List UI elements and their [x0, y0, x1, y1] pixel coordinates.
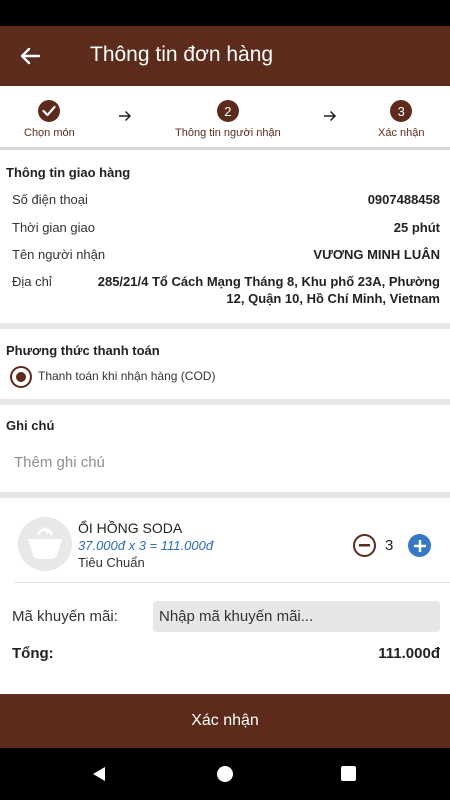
note-section-title: Ghi chú: [6, 418, 55, 433]
plus-icon: [413, 539, 426, 552]
phone-value: 0907488458: [367, 192, 440, 207]
address-value-line-1: 285/21/4 Tổ Cách Mạng Tháng 8, Khu phố 2…: [97, 274, 440, 289]
section-divider: [0, 492, 450, 498]
step-1-circle: [38, 100, 61, 122]
step-2-label: Thông tin người nhận: [175, 127, 281, 139]
nav-back-icon[interactable]: [91, 766, 107, 782]
arrow-right-icon: [324, 110, 337, 122]
confirm-button[interactable]: Xác nhận: [0, 694, 450, 748]
increase-quantity-button[interactable]: [408, 534, 431, 557]
note-input[interactable]: [8, 446, 442, 478]
delivery-time-value: 25 phút: [393, 220, 440, 235]
minus-icon: [359, 544, 370, 547]
item-price-line: 37.000đ x 3 = 111.000đ: [78, 538, 214, 553]
order-stepper: Chọn món 2 Thông tin người nhận 3 Xác nh…: [0, 86, 450, 150]
drink-cup-icon: [18, 517, 72, 571]
clipped-row: [12, 686, 442, 694]
decrease-quantity-button[interactable]: [353, 534, 376, 557]
cod-radio[interactable]: [10, 366, 32, 388]
address-label: Địa chỉ: [12, 274, 52, 289]
step-1-label: Chọn món: [24, 127, 75, 139]
page-title: Thông tin đơn hàng: [90, 43, 274, 66]
item-variant: Tiêu Chuẩn: [78, 555, 145, 570]
nav-recent-icon[interactable]: [341, 766, 356, 781]
recipient-name-label: Tên người nhận: [12, 247, 106, 262]
radio-selected-dot: [16, 372, 26, 382]
step-3-circle: 3: [390, 100, 413, 122]
delivery-time-label: Thời gian giao: [12, 220, 95, 235]
status-bar: [0, 0, 450, 26]
total-value: 111.000đ: [378, 645, 440, 662]
step-confirm[interactable]: 3 Xác nhận: [378, 100, 424, 139]
recipient-name-value: VƯƠNG MINH LUÂN: [313, 247, 440, 262]
payment-section-title: Phương thức thanh toán: [6, 343, 160, 358]
promo-label: Mã khuyến mãi:: [12, 608, 118, 625]
step-recipient-info[interactable]: 2 Thông tin người nhận: [175, 100, 281, 139]
promo-code-input[interactable]: [153, 601, 440, 632]
section-divider: [0, 399, 450, 405]
item-name: ỔI HỒNG SODA: [78, 520, 183, 536]
phone-label: Số điện thoại: [12, 192, 88, 207]
step-2-circle: 2: [216, 100, 239, 122]
total-label: Tổng:: [12, 645, 54, 662]
cod-radio-label[interactable]: Thanh toán khi nhận hàng (COD): [38, 369, 215, 383]
delivery-section-title: Thông tin giao hàng: [6, 165, 131, 180]
item-separator: [14, 582, 450, 583]
check-icon: [42, 105, 56, 117]
arrow-right-icon: [119, 110, 132, 122]
app-bar: Thông tin đơn hàng: [0, 26, 450, 86]
back-button[interactable]: [14, 40, 46, 72]
quantity-value: 3: [385, 537, 394, 554]
address-value-line-2: 12, Quận 10, Hồ Chí Minh, Vietnam: [226, 291, 440, 306]
section-divider: [0, 323, 450, 329]
step-3-label: Xác nhận: [378, 127, 425, 139]
back-arrow-icon: [20, 47, 40, 65]
nav-home-icon[interactable]: [217, 766, 233, 782]
step-choose-item[interactable]: Chọn món: [24, 100, 75, 139]
